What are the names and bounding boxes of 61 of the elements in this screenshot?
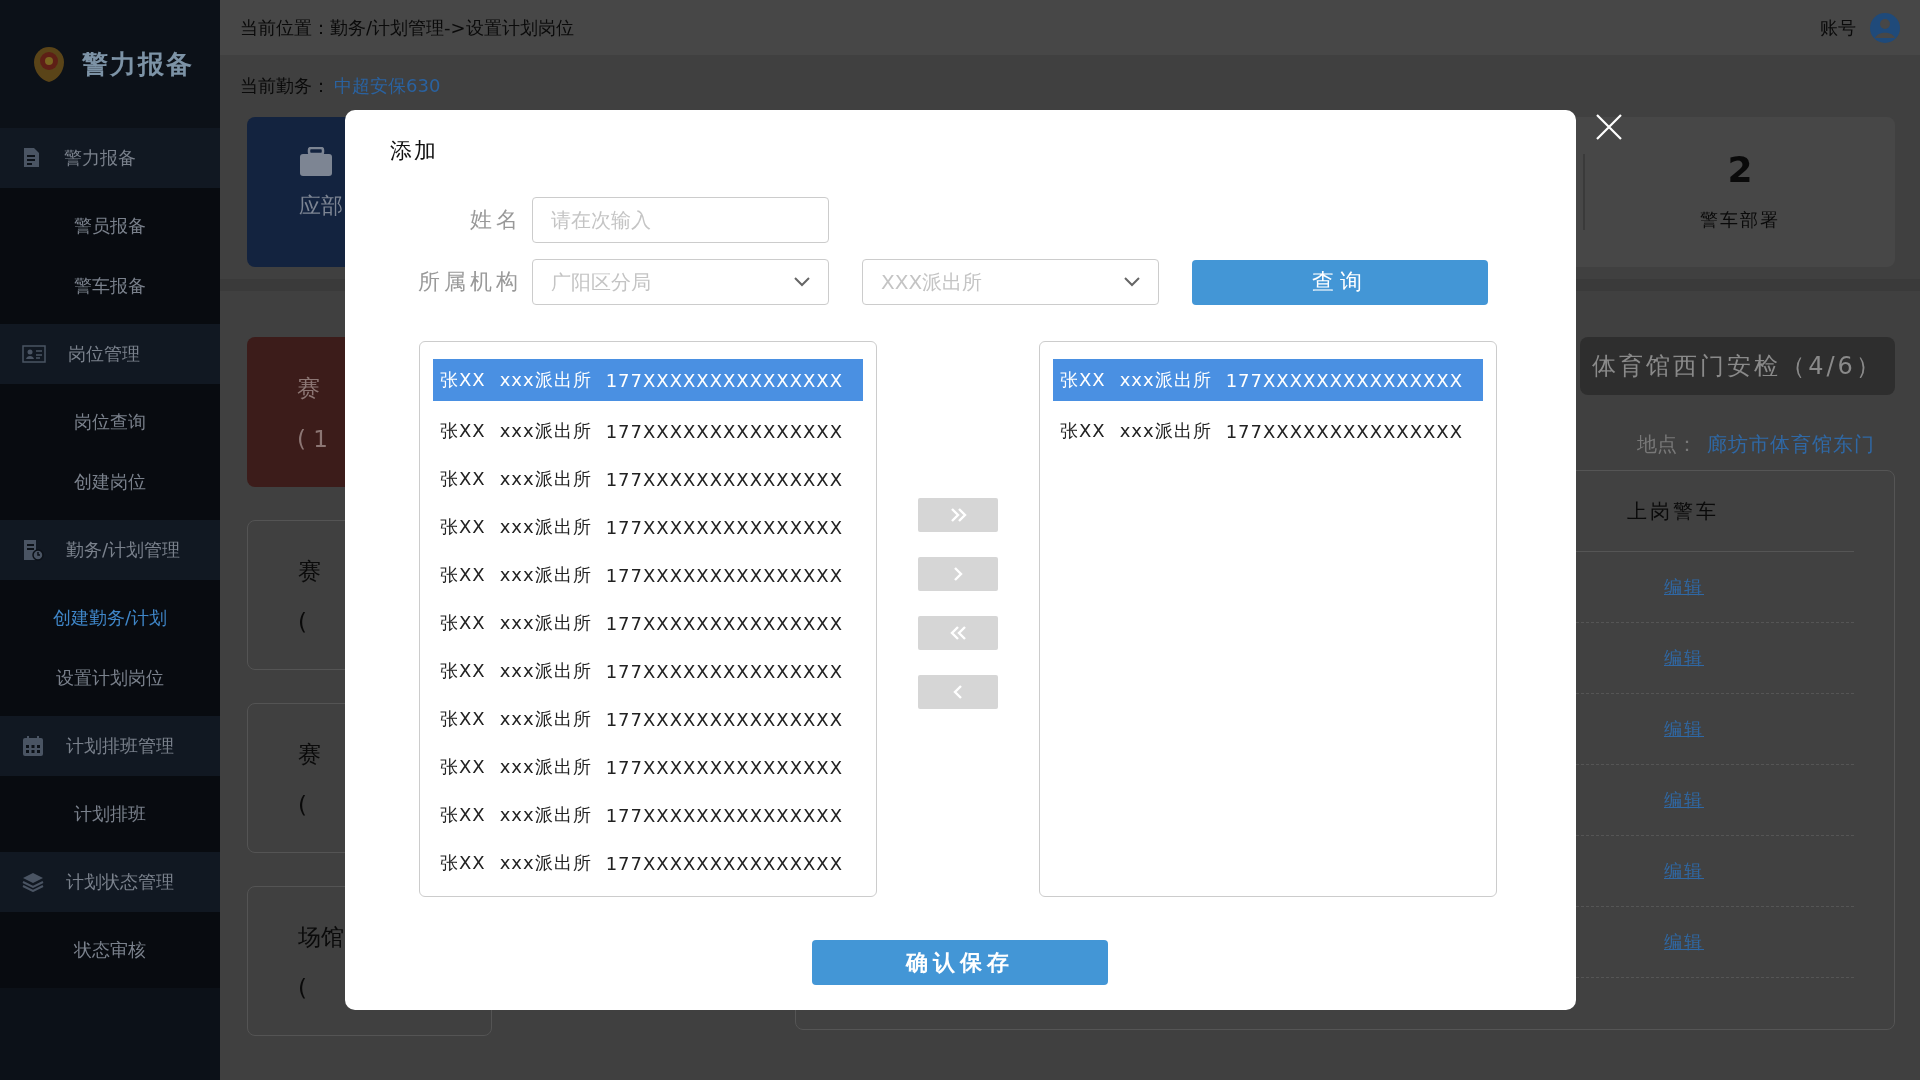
double-chevron-left-icon <box>949 625 967 641</box>
stat-label: 警车部署 <box>1700 208 1780 232</box>
post-card-text: 赛 <box>297 373 320 403</box>
post-card-text: ( <box>298 791 307 818</box>
transfer-button[interactable] <box>918 498 998 532</box>
document-clock-icon <box>22 539 44 561</box>
chevron-down-icon <box>794 277 810 287</box>
transfer-button[interactable] <box>918 616 998 650</box>
field-label: 姓名 <box>469 206 523 234</box>
query-button[interactable]: 查询 <box>1192 259 1488 305</box>
id-card-icon <box>22 345 46 363</box>
person-list-item[interactable]: 张XX xxx派出所 177XXXXXXXXXXXXXXX <box>433 551 863 599</box>
layers-icon <box>22 872 44 892</box>
summary-card-label: 应部 <box>299 192 343 220</box>
person-list-item[interactable]: 张XX xxx派出所 177XXXXXXXXXXXXXXX <box>433 695 863 743</box>
field-label: 所属机构 <box>417 268 523 296</box>
briefcase-icon <box>299 147 333 177</box>
menu-item[interactable]: 设置计划岗位 <box>0 648 220 708</box>
account-label: 账号 <box>1820 15 1856 40</box>
transfer-button[interactable] <box>918 675 998 709</box>
calendar-icon <box>22 735 44 757</box>
location-label: 地点： <box>1637 431 1697 458</box>
person-list-item[interactable]: 张XX xxx派出所 177XXXXXXXXXXXXXXX <box>433 503 863 551</box>
menu-group-header[interactable]: 勤务/计划管理 <box>0 520 220 580</box>
dialog-title: 添加 <box>390 137 438 165</box>
transfer-button[interactable] <box>918 557 998 591</box>
chevron-left-icon <box>953 684 963 700</box>
avatar-icon[interactable] <box>1870 12 1900 43</box>
person-list-item[interactable]: 张XX xxx派出所 177XXXXXXXXXXXXXXX <box>433 455 863 503</box>
breadcrumb: 当前位置：勤务/计划管理->设置计划岗位 <box>240 15 574 40</box>
person-list-item[interactable]: 张XX xxx派出所 177XXXXXXXXXXXXXXX <box>433 647 863 695</box>
close-icon[interactable] <box>1596 114 1622 140</box>
person-list-item[interactable]: 张XX xxx派出所 177XXXXXXXXXXXXXXX <box>1053 407 1483 455</box>
post-card-text: ( <box>298 974 307 1001</box>
app-logo-text: 警力报备 <box>82 47 194 81</box>
menu-group-header[interactable]: 岗位管理 <box>0 324 220 384</box>
person-list-item[interactable]: 张XX xxx派出所 177XXXXXXXXXXXXXXX <box>1053 359 1483 401</box>
menu-item[interactable]: 创建勤务/计划 <box>0 588 220 648</box>
document-icon <box>22 147 42 169</box>
person-list-item[interactable]: 张XX xxx派出所 177XXXXXXXXXXXXXXX <box>433 791 863 839</box>
save-button[interactable]: 确认保存 <box>812 940 1108 985</box>
post-card-text: ( <box>298 608 307 635</box>
person-list-item[interactable]: 张XX xxx派出所 177XXXXXXXXXXXXXXX <box>433 839 863 887</box>
menu-group-header[interactable]: 计划排班管理 <box>0 716 220 776</box>
menu-group-header[interactable]: 警力报备 <box>0 128 220 188</box>
person-list-item[interactable]: 张XX xxx派出所 177XXXXXXXXXXXXXXX <box>433 359 863 401</box>
person-list-item[interactable]: 张XX xxx派出所 177XXXXXXXXXXXXXXX <box>433 743 863 791</box>
post-button[interactable]: 体育馆西门安检（4/6） <box>1580 337 1895 395</box>
person-list-item[interactable]: 张XX xxx派出所 177XXXXXXXXXXXXXXX <box>433 407 863 455</box>
chevron-right-icon <box>953 566 963 582</box>
stat-value: 2 <box>1727 152 1753 188</box>
post-card-text: ( 1 <box>297 425 328 452</box>
menu-item[interactable]: 警车报备 <box>0 256 220 316</box>
person-list-item[interactable]: 张XX xxx派出所 177XXXXXXXXXXXXXXX <box>433 599 863 647</box>
menu-item[interactable]: 警员报备 <box>0 196 220 256</box>
name-input-field[interactable]: 请在次输入 <box>532 197 829 243</box>
chevron-down-icon <box>1124 277 1140 287</box>
menu-item[interactable]: 岗位查询 <box>0 392 220 452</box>
double-chevron-right-icon <box>949 507 967 523</box>
menu-item[interactable]: 创建岗位 <box>0 452 220 512</box>
menu-group-header[interactable]: 计划状态管理 <box>0 852 220 912</box>
